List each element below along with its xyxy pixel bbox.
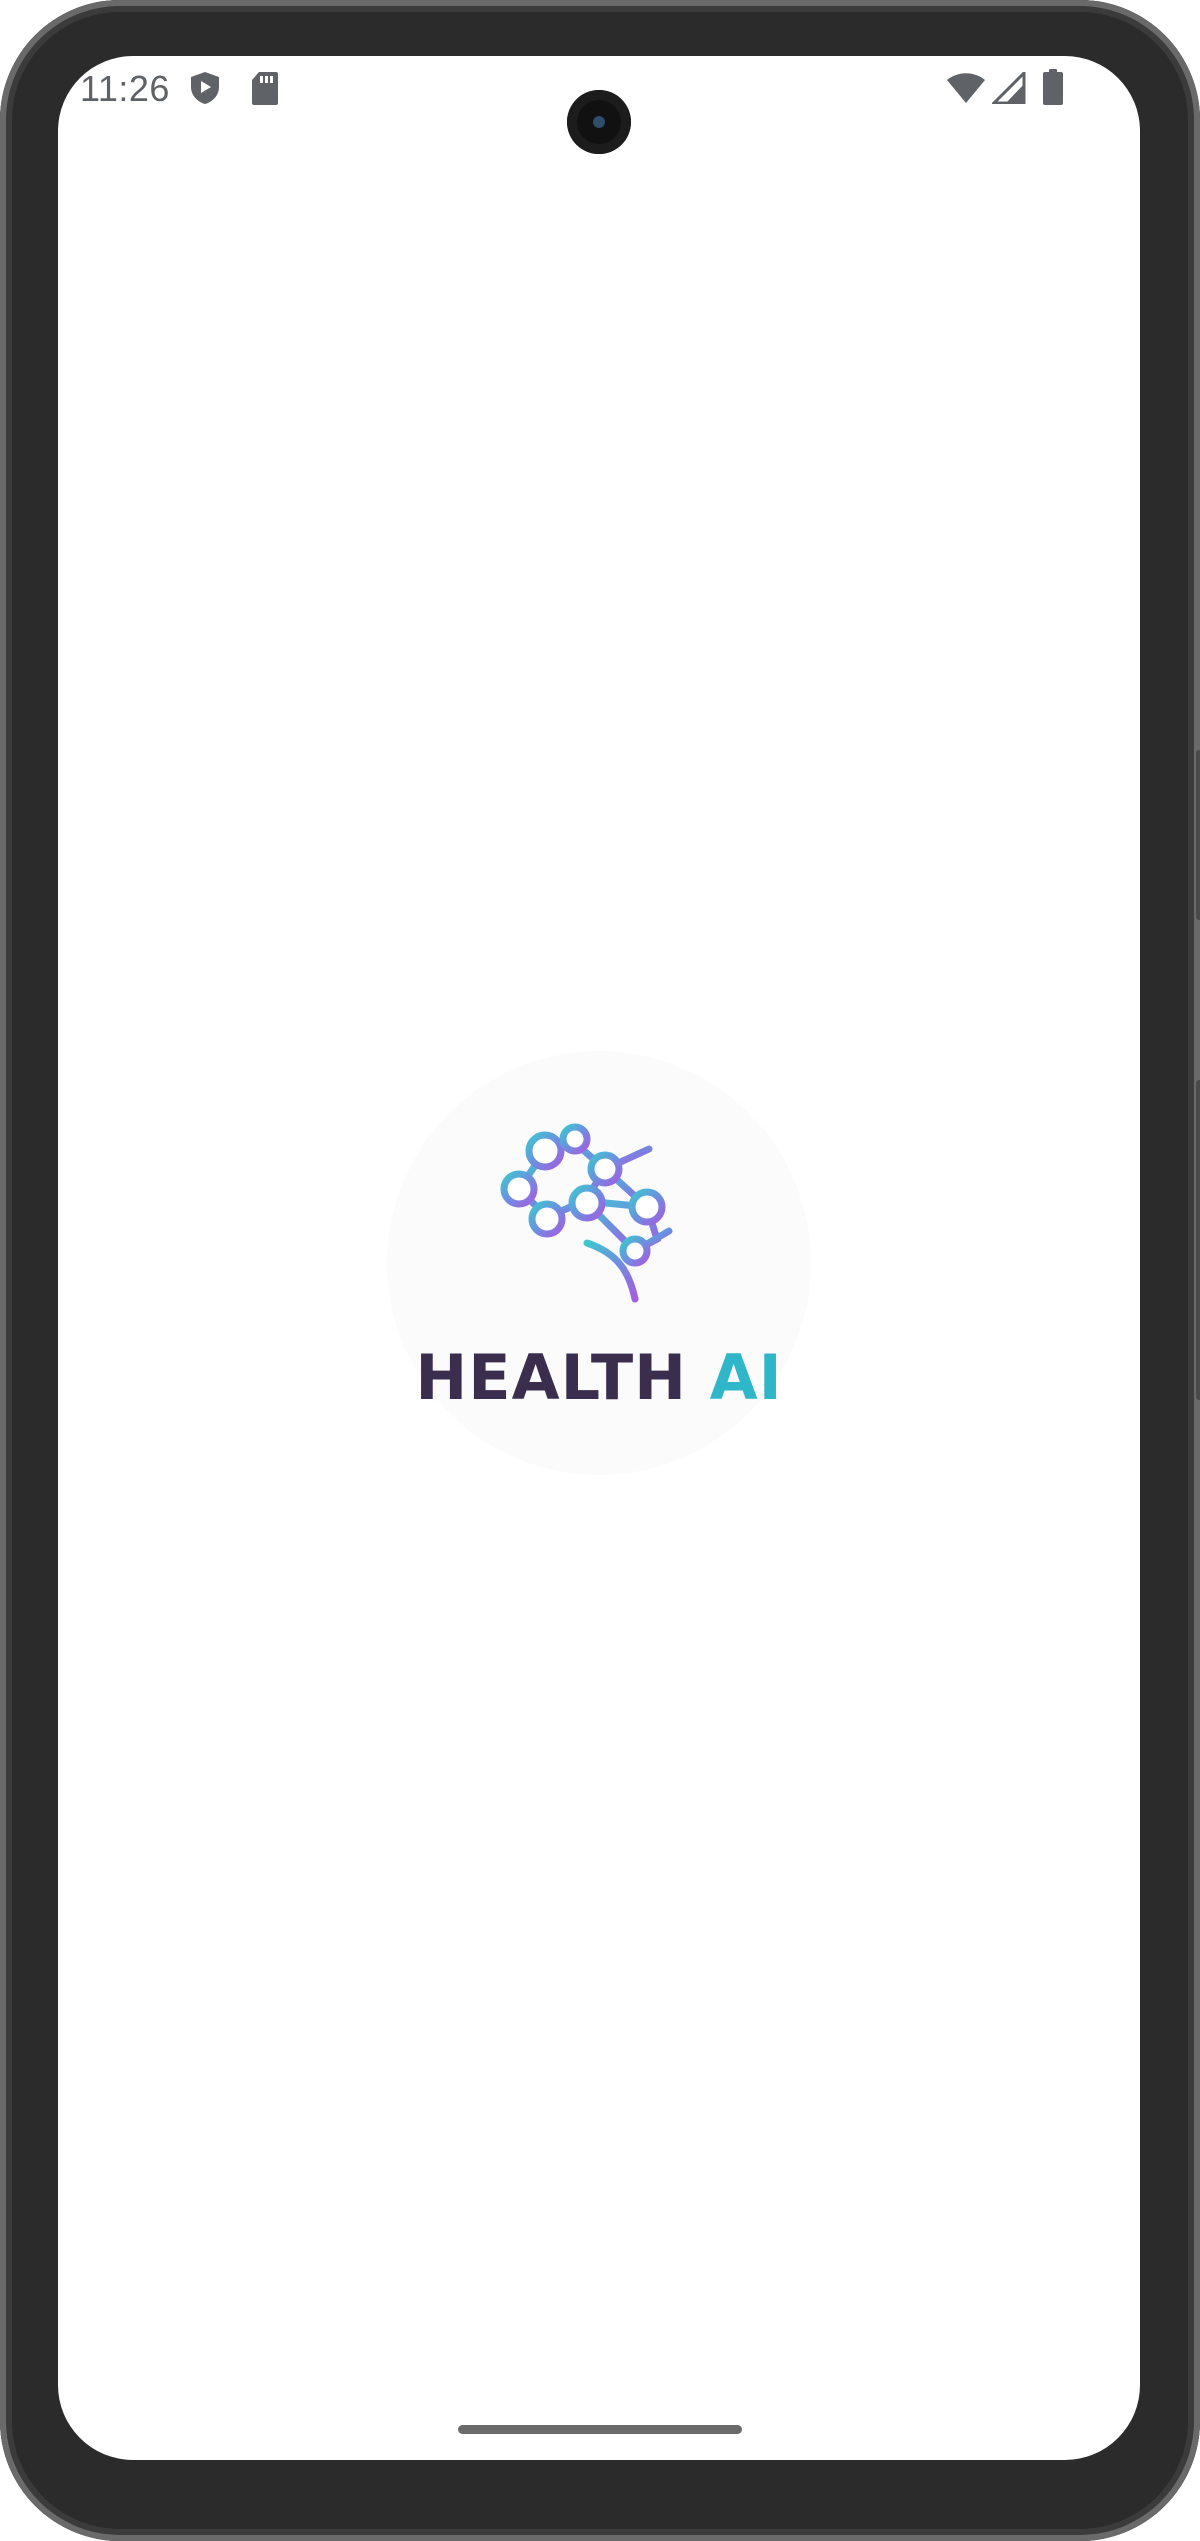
status-bar: 11:26: [58, 56, 1140, 154]
front-camera: [567, 90, 631, 154]
home-indicator[interactable]: [458, 2425, 742, 2434]
phone-frame: 11:26 HEALTH AI: [0, 0, 1200, 2541]
cellular-signal-icon: [992, 72, 1026, 104]
wifi-icon: [947, 73, 985, 103]
battery-icon: [1043, 69, 1063, 105]
brand-ai: AI: [709, 1341, 783, 1414]
sd-card-icon: [252, 72, 278, 105]
power-button: [1196, 750, 1200, 920]
brand-word: HEALTH: [415, 1341, 687, 1414]
volume-button: [1196, 1080, 1200, 1400]
shield-play-icon: [191, 72, 219, 104]
screen: 11:26 HEALTH AI: [58, 56, 1140, 2460]
neural-brain-icon: [500, 1123, 673, 1303]
brand-wordmark: HEALTH AI: [387, 1341, 811, 1414]
status-time: 11:26: [80, 68, 170, 109]
splash-logo-container: HEALTH AI: [387, 1051, 811, 1475]
